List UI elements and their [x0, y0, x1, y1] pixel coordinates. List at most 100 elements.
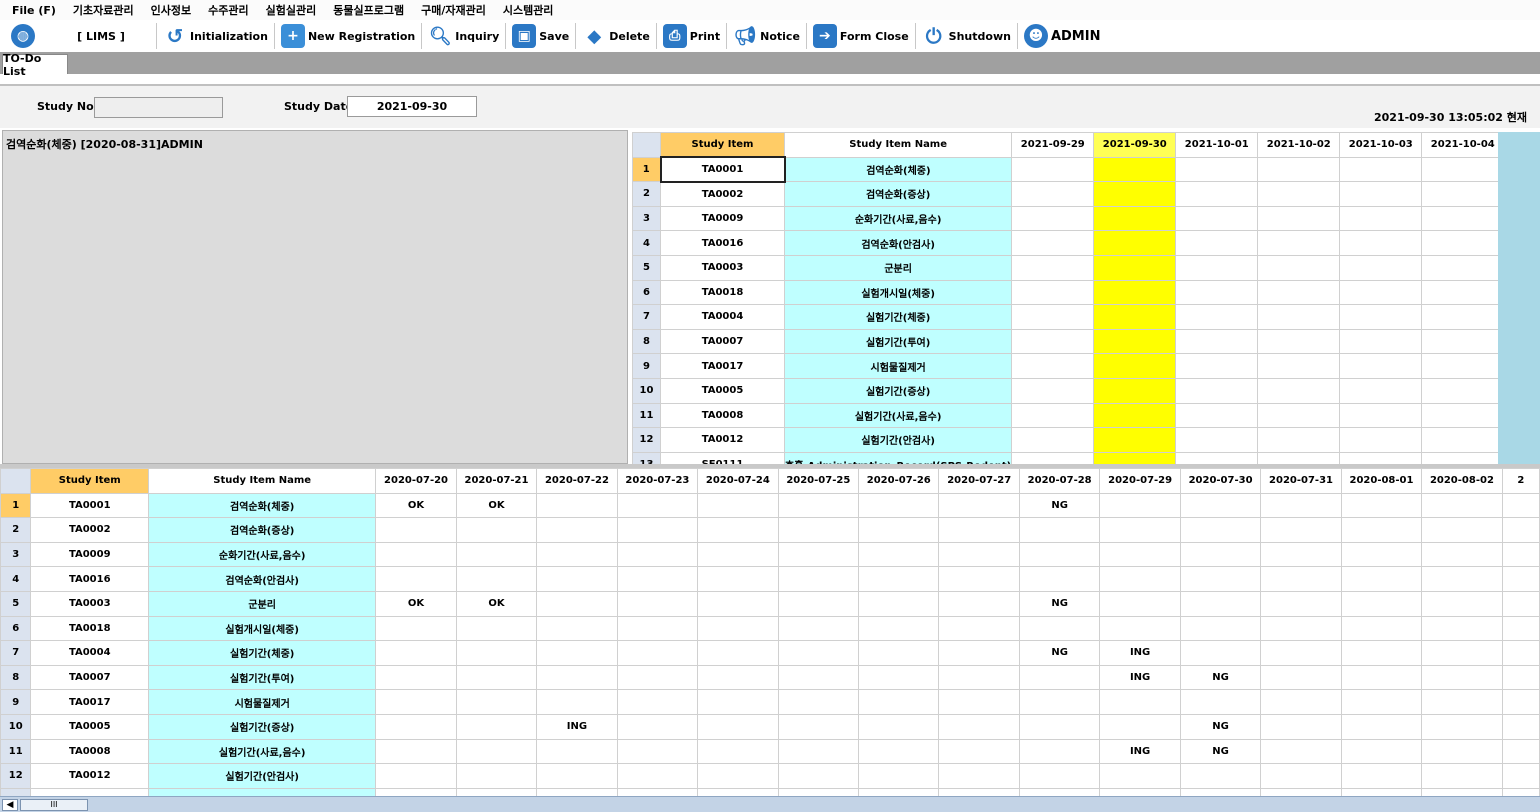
status-cell[interactable]: [616, 492, 699, 519]
status-cell[interactable]: [858, 541, 940, 568]
status-cell[interactable]: [1421, 566, 1503, 592]
date-cell[interactable]: [1339, 230, 1423, 256]
status-cell[interactable]: [938, 615, 1020, 642]
date-cell[interactable]: [1011, 427, 1095, 453]
study-item-name-cell[interactable]: 순화기간(사료,음수): [148, 541, 377, 568]
status-cell[interactable]: [536, 664, 618, 691]
status-cell[interactable]: [1501, 541, 1540, 568]
date-cell[interactable]: [1257, 427, 1341, 453]
status-cell[interactable]: [858, 517, 940, 543]
status-cell[interactable]: [616, 689, 699, 715]
date-cell[interactable]: [1339, 328, 1423, 355]
notice-button[interactable]: 📢︎ Notice: [727, 20, 806, 52]
study-item-cell[interactable]: TA0002: [660, 181, 785, 207]
date-cell[interactable]: [1093, 254, 1177, 281]
status-cell[interactable]: [858, 615, 940, 642]
status-cell[interactable]: OK: [375, 590, 457, 617]
table-row[interactable]: 8 TA0007 실험기간(투여): [632, 328, 1505, 355]
table-row[interactable]: 4 TA0016 검역순화(안검사): [0, 566, 1540, 592]
date-cell[interactable]: [1011, 328, 1095, 355]
date-cell[interactable]: [1093, 328, 1177, 355]
column-header[interactable]: 2021-10-02: [1257, 132, 1341, 158]
menu-basic-data[interactable]: 기초자료관리: [73, 2, 134, 18]
row-number[interactable]: 3: [632, 205, 661, 232]
status-cell[interactable]: [777, 689, 860, 715]
status-cell[interactable]: [858, 492, 940, 519]
status-cell[interactable]: [858, 664, 940, 691]
date-cell[interactable]: [1011, 304, 1095, 330]
study-item-cell[interactable]: TA0018: [660, 279, 785, 306]
status-cell[interactable]: [697, 492, 779, 519]
study-item-cell[interactable]: TA0005: [660, 377, 785, 404]
status-cell[interactable]: [455, 787, 538, 796]
status-cell[interactable]: [1421, 713, 1503, 740]
status-cell[interactable]: [858, 738, 940, 765]
study-item-cell[interactable]: TA0002: [30, 517, 150, 543]
status-cell[interactable]: [1018, 517, 1101, 543]
status-cell[interactable]: [697, 566, 779, 592]
status-cell[interactable]: [1260, 664, 1342, 691]
status-cell[interactable]: [455, 541, 538, 568]
date-cell[interactable]: [1011, 451, 1095, 464]
date-cell[interactable]: [1093, 427, 1177, 453]
status-cell[interactable]: NG: [1018, 640, 1101, 666]
date-cell[interactable]: [1421, 205, 1505, 232]
date-cell[interactable]: [1011, 377, 1095, 404]
status-cell[interactable]: [777, 738, 860, 765]
table-row[interactable]: 3 TA0009 순화기간(사료,음수): [0, 541, 1540, 568]
study-item-cell[interactable]: SF0111: [660, 451, 785, 464]
status-cell[interactable]: [536, 517, 618, 543]
status-cell[interactable]: [777, 664, 860, 691]
status-cell[interactable]: [1340, 713, 1423, 740]
status-cell[interactable]: [455, 640, 538, 666]
status-cell[interactable]: [1421, 492, 1503, 519]
study-item-name-cell[interactable]: 검역순화(증상): [783, 181, 1013, 207]
study-item-name-cell[interactable]: 검역순화(안검사): [148, 566, 377, 592]
status-cell[interactable]: [375, 640, 457, 666]
date-cell[interactable]: [1175, 402, 1259, 429]
status-cell[interactable]: [1099, 541, 1181, 568]
row-number[interactable]: 4: [632, 230, 661, 256]
status-cell[interactable]: [1099, 615, 1181, 642]
status-cell[interactable]: ING: [1099, 640, 1181, 666]
date-cell[interactable]: [1257, 181, 1341, 207]
row-number[interactable]: 9: [0, 689, 32, 715]
study-item-cell[interactable]: TA0017: [30, 689, 150, 715]
table-row[interactable]: 7 TA0004 실험기간(체중) NG ING: [0, 640, 1540, 666]
status-cell[interactable]: [697, 664, 779, 691]
status-cell[interactable]: [1501, 713, 1540, 740]
status-cell[interactable]: [1260, 713, 1342, 740]
row-number[interactable]: 5: [0, 590, 32, 617]
form-close-button[interactable]: ➔ Form Close: [807, 20, 915, 52]
status-cell[interactable]: [536, 615, 618, 642]
column-header[interactable]: 2020-07-28: [1018, 468, 1101, 494]
date-cell[interactable]: [1093, 304, 1177, 330]
status-cell[interactable]: [858, 787, 940, 796]
date-cell[interactable]: [1257, 451, 1341, 464]
status-cell[interactable]: [1501, 640, 1540, 666]
status-cell[interactable]: [1501, 689, 1540, 715]
status-cell[interactable]: [1179, 615, 1262, 642]
date-cell[interactable]: [1011, 353, 1095, 379]
row-number[interactable]: 11: [632, 402, 661, 429]
menu-hr[interactable]: 인사정보: [151, 2, 191, 18]
date-cell[interactable]: [1093, 279, 1177, 306]
table-row[interactable]: 13SF0111호흡-Administration_Record(SPS-Rod…: [632, 451, 1505, 464]
status-cell[interactable]: [455, 664, 538, 691]
status-cell[interactable]: [1260, 763, 1342, 789]
status-cell[interactable]: [858, 590, 940, 617]
status-cell[interactable]: [375, 713, 457, 740]
date-cell[interactable]: [1093, 205, 1177, 232]
status-cell[interactable]: [616, 615, 699, 642]
date-cell[interactable]: [1175, 328, 1259, 355]
study-item-name-cell[interactable]: 실험기간(체중): [783, 304, 1013, 330]
save-button[interactable]: ▣ Save: [506, 20, 575, 52]
menu-system[interactable]: 시스템관리: [503, 2, 554, 18]
status-cell[interactable]: [1421, 664, 1503, 691]
status-cell[interactable]: [697, 640, 779, 666]
table-row[interactable]: 12 TA0012 실험기간(안검사): [632, 427, 1505, 453]
date-cell[interactable]: [1011, 254, 1095, 281]
status-cell[interactable]: [616, 517, 699, 543]
status-cell[interactable]: [1421, 541, 1503, 568]
status-cell[interactable]: [1260, 566, 1342, 592]
